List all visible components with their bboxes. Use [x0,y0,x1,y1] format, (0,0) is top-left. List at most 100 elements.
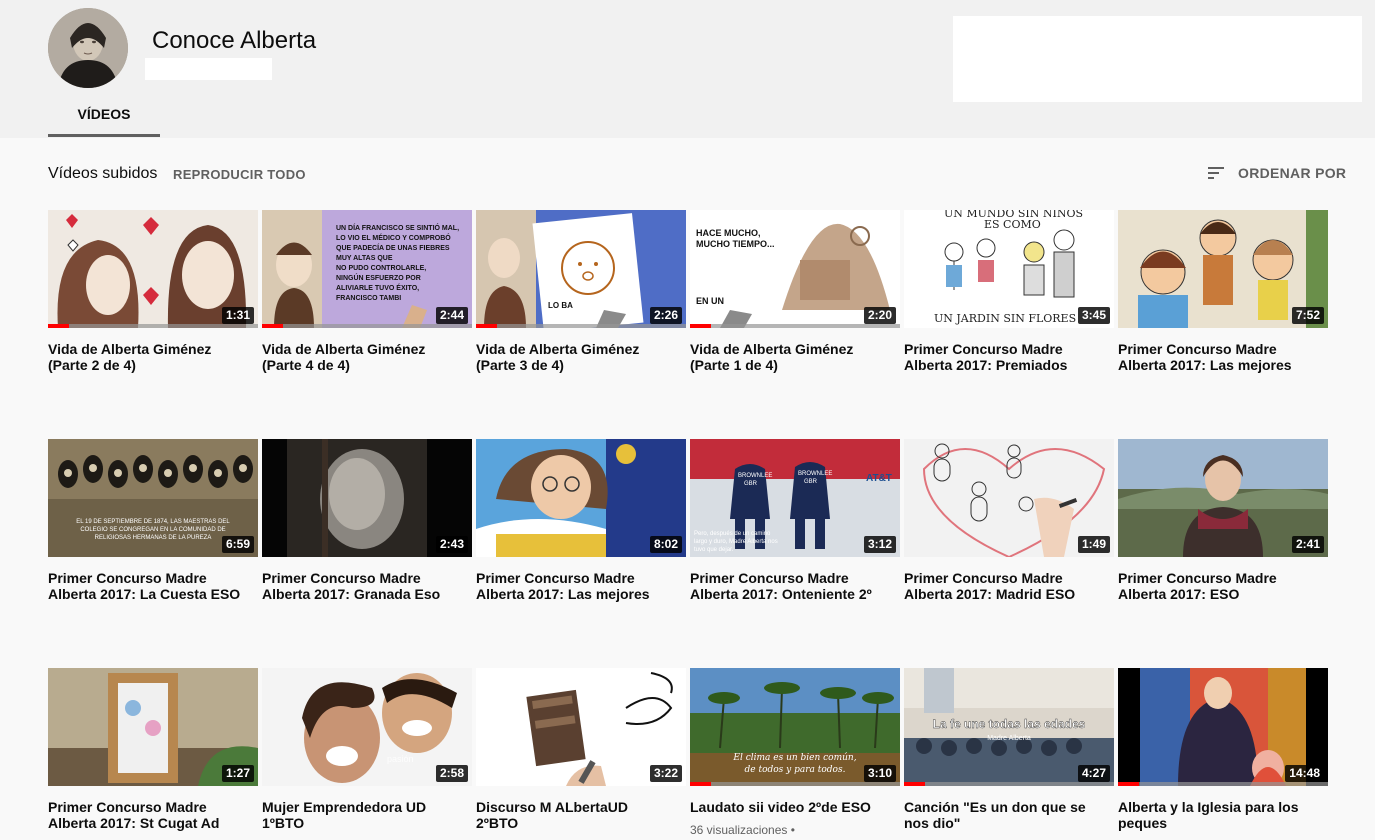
video-title-line: Alberta 2017: Onteniente 2º [690,586,872,602]
thumb-text: Madre Alberta [987,735,1031,742]
channel-avatar[interactable] [48,8,128,88]
video-duration: 3:22 [649,765,682,782]
video-title-line: (Parte 4 de 4) [262,357,350,373]
thumb-text: LO VIO EL MÉDICO Y COMPROBÓ [336,233,451,242]
video-thumbnail[interactable]: 1:49 [904,439,1114,557]
video-thumbnail[interactable]: 1:31 [48,210,258,328]
video-card[interactable]: 2:43 Primer Concurso Madre Alberta 2017: … [262,439,472,602]
video-title-line: Alberta 2017: Granada Eso [262,586,441,602]
video-thumbnail[interactable]: UN DÍA FRANCISCO SE SINTIÓ MAL, LO VIO E… [262,210,472,328]
video-card[interactable]: LO BA 2:26 Vida de Alberta Giménez (Parte… [476,210,686,373]
video-card[interactable]: pasión 2:58 Mujer Emprendedora UD 1ºBTO [262,668,472,831]
video-title[interactable]: Discurso M ALbertaUD 2ºBTO [476,799,676,831]
thumb-text: La fe une todas las edades [933,717,1086,731]
video-card[interactable]: 8:02 Primer Concurso Madre Alberta 2017: … [476,439,686,602]
video-thumbnail[interactable]: EL 19 DE SEPTIEMBRE DE 1874, LAS MAESTRA… [48,439,258,557]
thumb-text: RELIGIOSAS HERMANAS DE LA PUREZA [95,535,212,541]
video-title-line: Primer Concurso Madre [262,570,421,586]
video-title[interactable]: Primer Concurso Madre Alberta 2017: Onten… [690,570,890,602]
video-title-line: Primer Concurso Madre [690,570,849,586]
video-title[interactable]: Laudato sii video 2ºde ESO [690,799,890,815]
video-title-line: Mujer Emprendedora UD [262,799,427,815]
thumb-text: GBR [744,481,758,487]
watch-progress [690,782,711,786]
video-thumbnail[interactable]: 3:22 [476,668,686,786]
video-card[interactable]: La fe une todas las edades Madre Alberta… [904,668,1114,831]
video-title[interactable]: Vida de Alberta Giménez (Parte 3 de 4) [476,341,676,373]
watch-progress [690,324,711,328]
video-duration: 2:58 [435,765,468,782]
progress-track [904,782,1114,786]
video-card[interactable]: 7:52 Primer Concurso Madre Alberta 2017: … [1118,210,1328,373]
sort-button[interactable]: ORDENAR POR [1206,164,1346,182]
video-card[interactable]: UN DÍA FRANCISCO SE SINTIÓ MAL, LO VIO E… [262,210,472,373]
video-thumbnail[interactable]: 8:02 [476,439,686,557]
video-thumbnail[interactable]: 14:48 [1118,668,1328,786]
video-card[interactable]: HACE MUCHO, MUCHO TIEMPO... EN UN 2:20 V… [690,210,900,373]
video-title[interactable]: Vida de Alberta Giménez (Parte 1 de 4) [690,341,890,373]
progress-track [1118,782,1328,786]
video-title-line: Primer Concurso Madre [476,570,635,586]
video-card[interactable]: UN MUNDO SIN NIÑOS ES COMO UN JARDIN SIN… [904,210,1114,373]
thumb-text: El clima es un bien común, [732,752,856,763]
video-card[interactable]: AT&T BROWNLEE BROWNLEE GBR GBR Pero, des… [690,439,900,602]
play-all-button[interactable]: REPRODUCIR TODO [173,167,306,182]
video-duration: 2:43 [435,536,468,553]
video-thumbnail[interactable]: El clima es un bien común, de todos y pa… [690,668,900,786]
video-title[interactable]: Primer Concurso Madre Alberta 2017: Las m… [476,570,676,602]
video-title[interactable]: Primer Concurso Madre Alberta 2017: Premi… [904,341,1104,373]
video-title[interactable]: Primer Concurso Madre Alberta 2017: La Cu… [48,570,248,602]
video-thumbnail[interactable]: pasión 2:58 [262,668,472,786]
video-title[interactable]: Primer Concurso Madre Alberta 2017: Madri… [904,570,1104,602]
video-card[interactable]: 2:41 Primer Concurso Madre Alberta 2017: … [1118,439,1328,602]
video-thumbnail[interactable]: UN MUNDO SIN NIÑOS ES COMO UN JARDIN SIN… [904,210,1114,328]
video-title[interactable]: Primer Concurso Madre Alberta 2017: ESO [1118,570,1318,602]
portrait-image [48,8,128,88]
video-card[interactable]: 14:48 Alberta y la Iglesia para los peque… [1118,668,1328,831]
thumb-text: UN JARDIN SIN FLORES [934,312,1076,325]
video-thumbnail[interactable]: AT&T BROWNLEE BROWNLEE GBR GBR Pero, des… [690,439,900,557]
video-title[interactable]: Mujer Emprendedora UD 1ºBTO [262,799,462,831]
video-card[interactable]: 1:27 Primer Concurso Madre Alberta 2017: … [48,668,258,831]
thumb-text: largo y duro, Madre Alberta nos [694,539,778,545]
video-card[interactable]: 1:31 Vida de Alberta Giménez (Parte 2 de … [48,210,258,373]
watch-progress [48,324,69,328]
video-title-line: Alberta 2017: Premiados [904,357,1068,373]
video-duration: 2:44 [435,307,468,324]
video-title[interactable]: Primer Concurso Madre Alberta 2017: Las m… [1118,341,1318,373]
video-title[interactable]: Primer Concurso Madre Alberta 2017: Grana… [262,570,462,602]
thumb-text: FRANCISCO TAMBI [336,295,401,302]
thumb-text: ES COMO [984,218,1041,231]
tab-videos[interactable]: VÍDEOS [48,100,160,137]
watch-progress [904,782,925,786]
video-card[interactable]: El clima es un bien común, de todos y pa… [690,668,900,837]
video-title[interactable]: Primer Concurso Madre Alberta 2017: St Cu… [48,799,248,831]
channel-header: Conoce Alberta VÍDEOS [0,0,1375,138]
view-count: 36 visualizaciones • [690,823,795,837]
video-thumbnail[interactable]: La fe une todas las edades Madre Alberta… [904,668,1114,786]
subscriber-area [145,58,272,80]
video-title[interactable]: Alberta y la Iglesia para los peques [1118,799,1318,831]
video-title-line: Alberta 2017: Madrid ESO [904,586,1076,602]
thumb-text: tuvo que dejar. [694,547,734,553]
video-card[interactable]: EL 19 DE SEPTIEMBRE DE 1874, LAS MAESTRA… [48,439,258,602]
video-thumbnail[interactable]: 2:43 [262,439,472,557]
video-thumbnail[interactable]: HACE MUCHO, MUCHO TIEMPO... EN UN 2:20 [690,210,900,328]
video-thumbnail[interactable]: LO BA 2:26 [476,210,686,328]
video-title-line: (Parte 2 de 4) [48,357,136,373]
video-title[interactable]: Vida de Alberta Giménez (Parte 4 de 4) [262,341,462,373]
video-title[interactable]: Canción "Es un don que se nos dio" [904,799,1104,831]
video-title[interactable]: Vida de Alberta Giménez (Parte 2 de 4) [48,341,248,373]
video-thumbnail[interactable]: 7:52 [1118,210,1328,328]
thumb-text: HACE MUCHO, [696,228,761,238]
video-card[interactable]: 1:49 Primer Concurso Madre Alberta 2017: … [904,439,1114,602]
video-thumbnail[interactable]: 1:27 [48,668,258,786]
video-thumbnail[interactable]: 2:41 [1118,439,1328,557]
video-title-line: Primer Concurso Madre [1118,570,1277,586]
video-card[interactable]: 3:22 Discurso M ALbertaUD 2ºBTO [476,668,686,831]
video-title-line: Alberta 2017: Las mejores [1118,357,1292,373]
channel-title: Conoce Alberta [152,27,317,54]
progress-track [690,324,900,328]
video-title-line: Vida de Alberta Giménez [476,341,640,357]
thumb-text: LO BA [548,301,573,310]
